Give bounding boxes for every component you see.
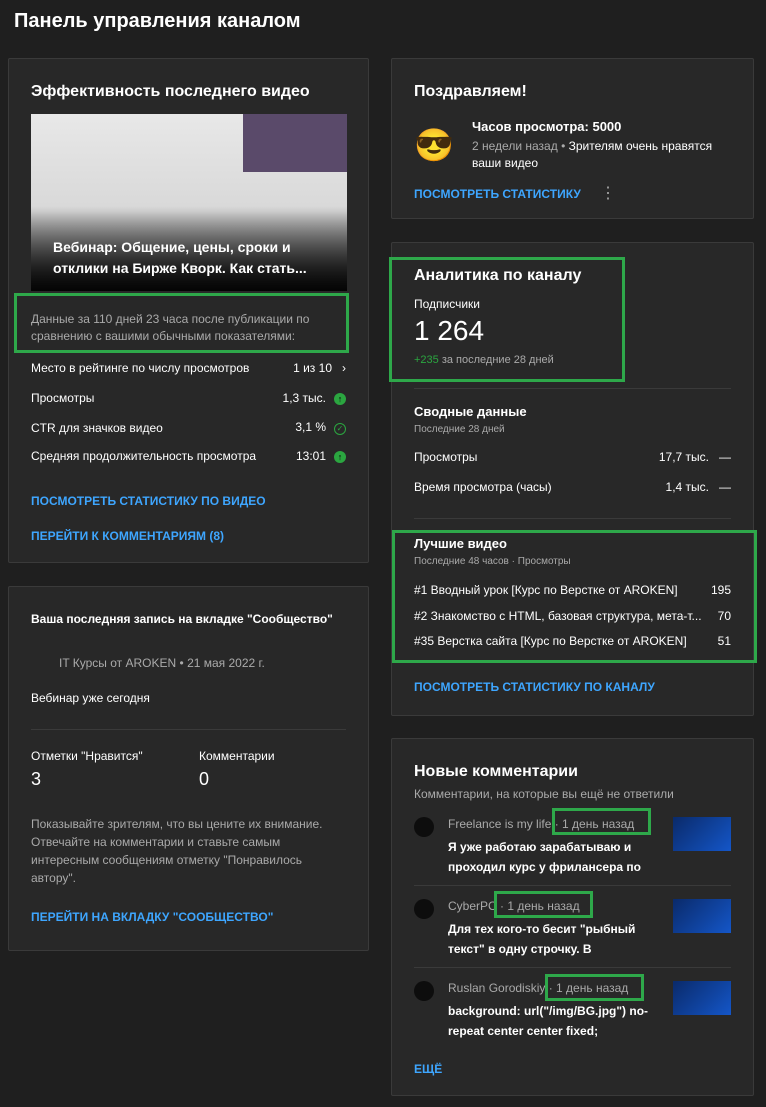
summary-row: Просмотры 17,7 тыс. —	[414, 450, 731, 464]
post-meta: IT Курсы от AROKEN • 21 мая 2022 г.	[59, 656, 265, 670]
summary-label: Просмотры	[414, 450, 478, 464]
card-heading: Ваша последняя запись на вкладке "Сообще…	[31, 612, 333, 626]
metric-label: Место в рейтинге по числу просмотров	[31, 361, 250, 375]
metric-value: 1,3 тыс.	[282, 391, 326, 405]
card-heading: Эффективность последнего видео	[31, 83, 310, 100]
post-date: 21 мая 2022 г.	[187, 656, 265, 670]
congrats-card: Поздравляем! 😎 Часов просмотра: 5000 2 н…	[391, 58, 754, 219]
milestone: Часов просмотра: 5000	[472, 119, 622, 134]
milestone-time: 2 недели назад	[472, 139, 558, 153]
highlight-box	[389, 257, 625, 382]
highlight-box	[545, 974, 644, 1001]
summary-value: 17,7 тыс.	[658, 450, 709, 464]
post-author[interactable]: IT Курсы от AROKEN	[59, 656, 176, 670]
summary-heading: Сводные данные	[414, 404, 527, 419]
comments-count: 0	[199, 769, 210, 789]
video-thumbnail[interactable]	[673, 899, 731, 933]
metric-views: Просмотры 1,3 тыс. ↑	[31, 391, 346, 405]
sunglasses-emoji-icon: 😎	[414, 127, 454, 163]
arrow-up-icon: ↑	[334, 451, 346, 463]
metric-ctr: CTR для значков видео 3,1 % ✓	[31, 420, 346, 435]
avatar	[414, 981, 434, 1001]
metric-label: CTR для значков видео	[31, 420, 163, 435]
comment-text: background: url("/img/BG.jpg") no-repeat…	[448, 1004, 649, 1038]
video-thumbnail[interactable]: Вебинар: Общение, цены, сроки и отклики …	[31, 114, 347, 291]
video-thumbnail[interactable]	[673, 817, 731, 851]
metric-avg-duration: Средняя продолжительность просмотра 13:01…	[31, 449, 346, 463]
summary-period: Последние 28 дней	[414, 424, 505, 435]
comment-text: Я уже работаю зарабатываю и проходил кур…	[448, 840, 641, 874]
comments-label: Комментарии	[199, 749, 275, 763]
tip-text: Показывайте зрителям, что вы цените их в…	[31, 817, 323, 885]
summary-value: 1,4 тыс.	[665, 480, 709, 494]
channel-stats-link[interactable]: ПОСМОТРЕТЬ СТАТИСТИКУ ПО КАНАЛУ	[414, 680, 655, 694]
likes-count: 3	[31, 769, 42, 789]
card-heading: Поздравляем!	[414, 83, 527, 100]
metric-rank[interactable]: Место в рейтинге по числу просмотров 1 из…	[31, 361, 346, 375]
post-text[interactable]: Вебинар уже сегодня	[31, 691, 150, 705]
metric-value: 1 из 10	[293, 361, 332, 375]
summary-label: Время просмотра (часы)	[414, 480, 552, 494]
card-heading: Новые комментарии	[414, 763, 578, 780]
video-stats-link[interactable]: ПОСМОТРЕТЬ СТАТИСТИКУ ПО ВИДЕО	[31, 494, 266, 508]
thumbnail-webcam	[243, 114, 347, 172]
avatar	[414, 899, 434, 919]
metric-value: 3,1 %	[295, 420, 326, 434]
arrow-up-icon: ↑	[334, 393, 346, 405]
chevron-right-icon: ›	[342, 361, 346, 375]
video-title[interactable]: Вебинар: Общение, цены, сроки и отклики …	[53, 237, 313, 279]
more-comments-link[interactable]: ЕЩЁ	[414, 1062, 442, 1076]
summary-row: Время просмотра (часы) 1,4 тыс. —	[414, 480, 731, 494]
comments-subtitle: Комментарии, на которые вы ещё не ответи…	[414, 787, 674, 801]
page-title: Панель управления каналом	[14, 10, 301, 32]
comment-author[interactable]: CyberPC	[448, 899, 497, 913]
metric-label: Просмотры	[31, 391, 95, 405]
highlight-box	[14, 293, 349, 353]
metric-label: Средняя продолжительность просмотра	[31, 449, 257, 463]
congrats-stats-link[interactable]: ПОСМОТРЕТЬ СТАТИСТИКУ	[414, 187, 581, 201]
highlight-box	[494, 891, 593, 918]
video-thumbnail[interactable]	[673, 981, 731, 1015]
highlight-box	[392, 530, 757, 663]
more-vert-icon[interactable]: ⋮	[600, 183, 616, 203]
highlight-box	[552, 808, 651, 835]
community-tab-link[interactable]: ПЕРЕЙТИ НА ВКЛАДКУ "СООБЩЕСТВО"	[31, 910, 273, 924]
avatar	[414, 817, 434, 837]
comments-link[interactable]: ПЕРЕЙТИ К КОММЕНТАРИЯМ (8)	[31, 529, 224, 543]
check-icon: ✓	[334, 423, 346, 435]
community-card: Ваша последняя запись на вкладке "Сообще…	[8, 586, 369, 951]
metric-value: 13:01	[295, 449, 326, 463]
trend-flat-icon: —	[719, 480, 731, 494]
milestone-text: 2 недели назад • Зрителям очень нравятся…	[472, 139, 713, 170]
trend-flat-icon: —	[719, 450, 731, 464]
likes-label: Отметки "Нравится"	[31, 749, 143, 763]
comment-author[interactable]: Ruslan Gorodiskiy	[448, 981, 545, 995]
comment-author[interactable]: Freelance is my life	[448, 817, 551, 831]
comment-text: Для тех кого-то бесит "рыбный текст" в о…	[448, 922, 636, 956]
